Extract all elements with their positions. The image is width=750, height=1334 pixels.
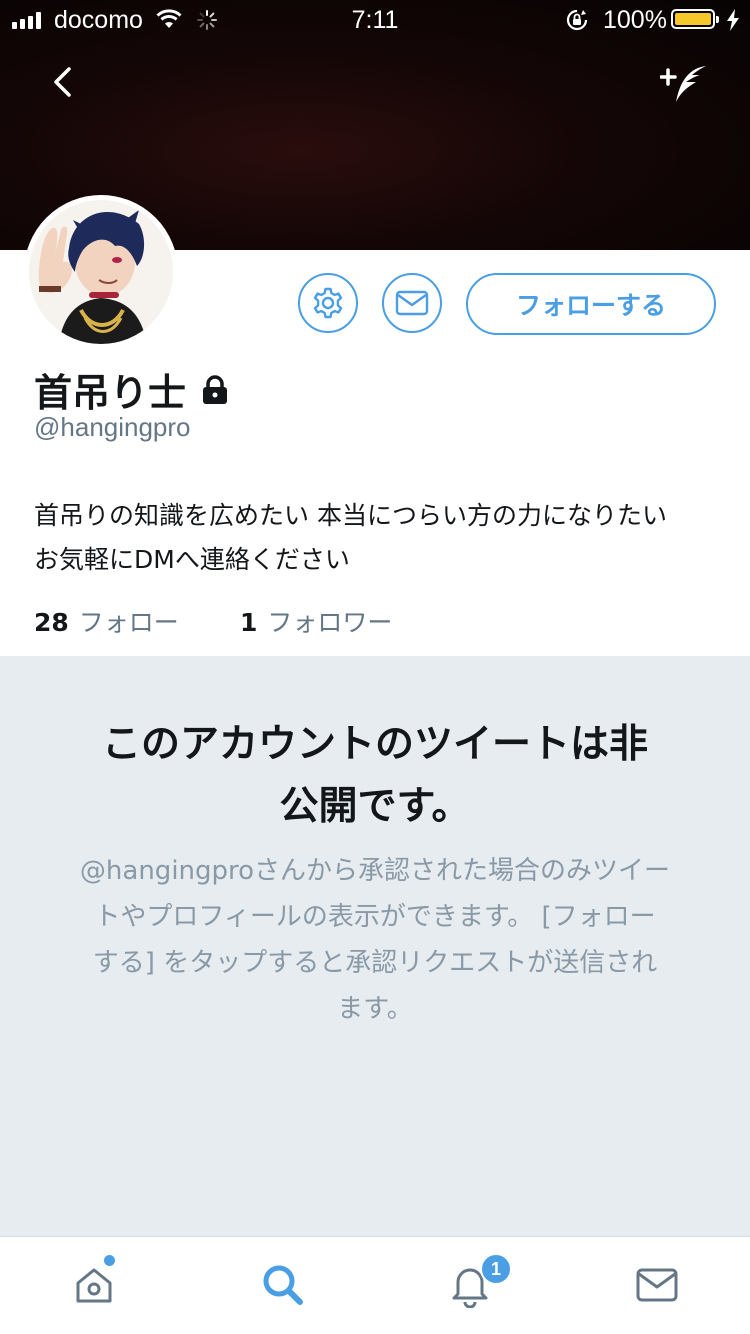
battery-icon xyxy=(671,9,719,29)
following-label: フォロー xyxy=(78,608,179,637)
protected-lock-icon xyxy=(203,374,228,404)
battery-percent: 100% xyxy=(603,6,667,34)
settings-button[interactable] xyxy=(298,273,358,333)
compose-tweet-icon xyxy=(659,66,706,102)
tab-search[interactable] xyxy=(253,1255,313,1315)
tab-messages[interactable] xyxy=(627,1255,687,1315)
gear-icon xyxy=(313,287,343,319)
protected-title-line: 公開です。 xyxy=(279,784,471,829)
back-button[interactable] xyxy=(42,60,86,104)
protected-title: このアカウントのツイートは非 公開です。 xyxy=(60,714,690,838)
bio-line: 首吊りの知識を広めたい 本当につらい方の力になりたい xyxy=(34,501,667,530)
search-icon xyxy=(263,1265,303,1305)
protected-desc-line: トやプロフィールの表示ができます。 [フォロー xyxy=(94,902,656,932)
protected-description: @hangingproさんから承認された場合のみツイー トやプロフィールの表示が… xyxy=(50,848,700,1032)
charging-bolt-icon xyxy=(727,9,739,31)
tab-bar: 1 xyxy=(0,1236,750,1334)
tab-home[interactable] xyxy=(64,1255,124,1315)
profile-stats: 28 フォロー 1 フォロワー xyxy=(34,603,392,639)
home-icon xyxy=(76,1268,112,1303)
follow-button[interactable]: フォローする xyxy=(466,273,716,335)
protected-desc-line: する] をタップすると承認リクエストが送信され xyxy=(92,948,658,978)
protected-desc-line: ます。 xyxy=(337,994,413,1024)
followers-count: 1 xyxy=(240,608,258,637)
rotation-lock-icon xyxy=(566,9,588,31)
envelope-icon xyxy=(395,290,429,316)
home-unread-dot xyxy=(104,1255,115,1266)
protected-title-line: このアカウントのツイートは非 xyxy=(101,722,648,767)
back-chevron-icon xyxy=(54,67,71,97)
profile-name: 首吊り士 xyxy=(34,371,187,415)
avatar[interactable] xyxy=(24,195,178,349)
notification-badge: 1 xyxy=(480,1253,512,1285)
avatar-illustration xyxy=(29,200,173,344)
followers-label: フォロワー xyxy=(267,608,393,637)
protected-tweets-notice: このアカウントのツイートは非 公開です。 @hangingproさんから承認され… xyxy=(0,656,750,1236)
protected-desc-line: @hangingproさんから承認された場合のみツイー xyxy=(79,856,671,886)
message-button[interactable] xyxy=(382,273,442,333)
profile-bio: 首吊りの知識を広めたい 本当につらい方の力になりたい お気軽にDMへ連絡ください xyxy=(34,494,724,582)
following-link[interactable]: 28 フォロー xyxy=(34,603,240,639)
following-count: 28 xyxy=(34,608,69,637)
profile-handle: @hangingpro xyxy=(34,412,191,442)
compose-tweet-button[interactable] xyxy=(659,60,712,108)
status-bar: docomo 7:11 100% xyxy=(0,0,750,40)
followers-link[interactable]: 1 フォロワー xyxy=(240,603,392,639)
messages-icon xyxy=(636,1268,678,1302)
profile-name-row: 首吊り士 xyxy=(34,362,230,417)
bio-line: お気軽にDMへ連絡ください xyxy=(34,545,350,574)
